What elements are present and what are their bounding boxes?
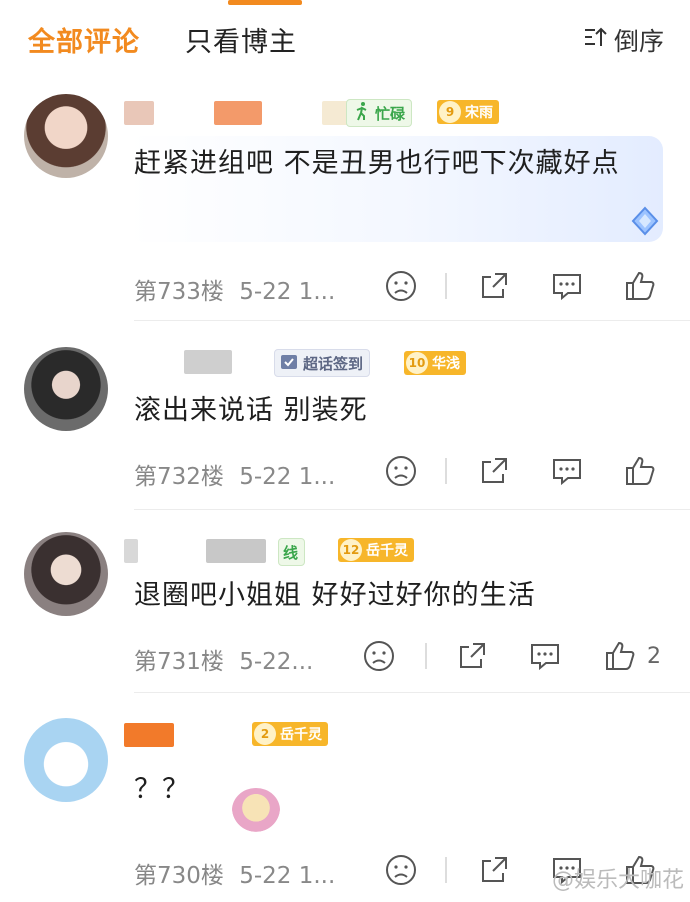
action-divider bbox=[445, 458, 447, 484]
sort-toggle[interactable]: 倒序 bbox=[582, 22, 664, 58]
sad-face-icon[interactable] bbox=[384, 269, 418, 307]
comment-icon[interactable] bbox=[528, 639, 562, 677]
sad-face-icon[interactable] bbox=[384, 853, 418, 891]
timestamp: 5-22 1... bbox=[239, 279, 336, 305]
username-masked[interactable] bbox=[124, 538, 266, 564]
floor-number: 第733楼 bbox=[134, 279, 224, 305]
comment-meta: 第733楼 5-22 1... bbox=[134, 272, 335, 306]
thumbs-up-icon[interactable] bbox=[603, 639, 637, 677]
share-icon[interactable] bbox=[477, 853, 511, 891]
cat-sticker bbox=[232, 788, 280, 832]
thumbs-up-icon[interactable] bbox=[623, 454, 657, 492]
status-badge: 忙碌 bbox=[346, 99, 413, 127]
comment-item: 线 12 岳千灵 退圈吧小姐姐 好好过好你的生活 第731楼 5-22... 2 bbox=[0, 510, 690, 694]
action-divider bbox=[445, 273, 447, 299]
active-tab-indicator bbox=[228, 0, 302, 5]
comment-meta: 第732楼 5-22 1... bbox=[134, 457, 335, 491]
avatar[interactable] bbox=[24, 718, 108, 802]
fan-level-badge: 10 华浅 bbox=[404, 351, 466, 375]
fan-level-badge: 12 岳千灵 bbox=[338, 538, 414, 562]
comment-text: 滚出来说话 别装死 bbox=[134, 395, 368, 426]
comment-tabs: 全部评论 只看博主 倒序 bbox=[0, 0, 690, 80]
avatar[interactable] bbox=[24, 347, 108, 431]
like-count: 2 bbox=[647, 644, 661, 669]
avatar[interactable] bbox=[24, 532, 108, 616]
checkin-icon bbox=[279, 351, 299, 375]
comment-item: 超话签到 10 华浅 滚出来说话 别装死 第732楼 5-22 1... bbox=[0, 321, 690, 510]
floor-number: 第730楼 bbox=[134, 863, 224, 889]
comment-text: 退圈吧小姐姐 好好过好你的生活 bbox=[134, 580, 536, 611]
comment-meta: 第731楼 5-22... bbox=[134, 642, 313, 676]
comment-icon[interactable] bbox=[550, 269, 584, 307]
username-masked[interactable] bbox=[124, 722, 248, 748]
diamond-icon bbox=[630, 206, 660, 236]
share-icon[interactable] bbox=[477, 269, 511, 307]
divider bbox=[134, 692, 690, 693]
timestamp: 5-22... bbox=[239, 649, 314, 675]
tab-author-only[interactable]: 只看博主 bbox=[185, 20, 297, 59]
action-divider bbox=[445, 857, 447, 883]
action-divider bbox=[425, 643, 427, 669]
watermark: @娱乐大咖花 bbox=[551, 868, 684, 893]
sort-label: 倒序 bbox=[613, 27, 664, 56]
sad-face-icon[interactable] bbox=[362, 639, 396, 677]
share-icon[interactable] bbox=[477, 454, 511, 492]
share-icon[interactable] bbox=[455, 639, 489, 677]
comment-icon[interactable] bbox=[550, 454, 584, 492]
thumbs-up-icon[interactable] bbox=[623, 269, 657, 307]
floor-number: 第732楼 bbox=[134, 464, 224, 490]
fan-level-badge: 9 宋雨 bbox=[437, 100, 499, 124]
tab-all-comments[interactable]: 全部评论 bbox=[28, 20, 140, 59]
comment-text: ？？ bbox=[134, 774, 190, 805]
running-person-icon bbox=[351, 101, 371, 125]
fan-level-badge: 2 岳千灵 bbox=[252, 722, 328, 746]
comment-meta: 第730楼 5-22 1... bbox=[134, 856, 335, 890]
avatar[interactable] bbox=[24, 94, 108, 178]
sort-icon bbox=[582, 24, 608, 56]
checkin-badge: 超话签到 bbox=[274, 349, 371, 377]
timestamp: 5-22 1... bbox=[239, 863, 336, 889]
username-masked[interactable] bbox=[124, 100, 358, 126]
sad-face-icon[interactable] bbox=[384, 454, 418, 492]
comment-text: 赶紧进组吧 不是丑男也行吧下次藏好点 bbox=[134, 148, 620, 179]
floor-number: 第731楼 bbox=[134, 649, 224, 675]
comment-item: 忙碌 9 宋雨 赶紧进组吧 不是丑男也行吧下次藏好点 第733楼 5-22 1.… bbox=[0, 88, 690, 321]
username-masked[interactable] bbox=[124, 349, 232, 375]
status-badge: 线 bbox=[278, 538, 306, 566]
timestamp: 5-22 1... bbox=[239, 464, 336, 490]
